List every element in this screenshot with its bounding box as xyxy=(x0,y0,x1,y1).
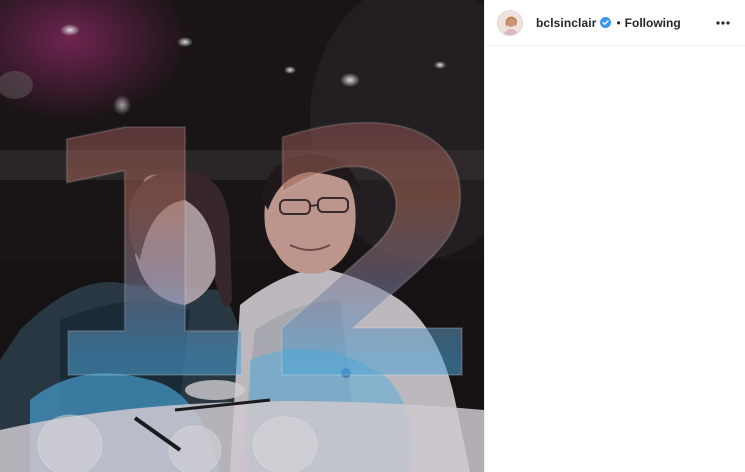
more-options-icon[interactable] xyxy=(713,13,733,33)
following-button[interactable]: Following xyxy=(625,16,681,30)
username-link[interactable]: bclsinclair xyxy=(536,16,596,30)
verified-badge-icon xyxy=(600,17,612,28)
post-sidebar: bclsinclair • Following xyxy=(484,0,745,472)
profile-avatar[interactable] xyxy=(497,9,523,36)
post-header: bclsinclair • Following xyxy=(485,0,745,46)
post-photo[interactable]: 12 xyxy=(0,0,484,472)
avatar-image xyxy=(498,10,522,35)
photo-canvas: 12 xyxy=(0,0,484,472)
ellipsis-icon xyxy=(716,20,730,25)
separator-dot: • xyxy=(616,15,621,30)
